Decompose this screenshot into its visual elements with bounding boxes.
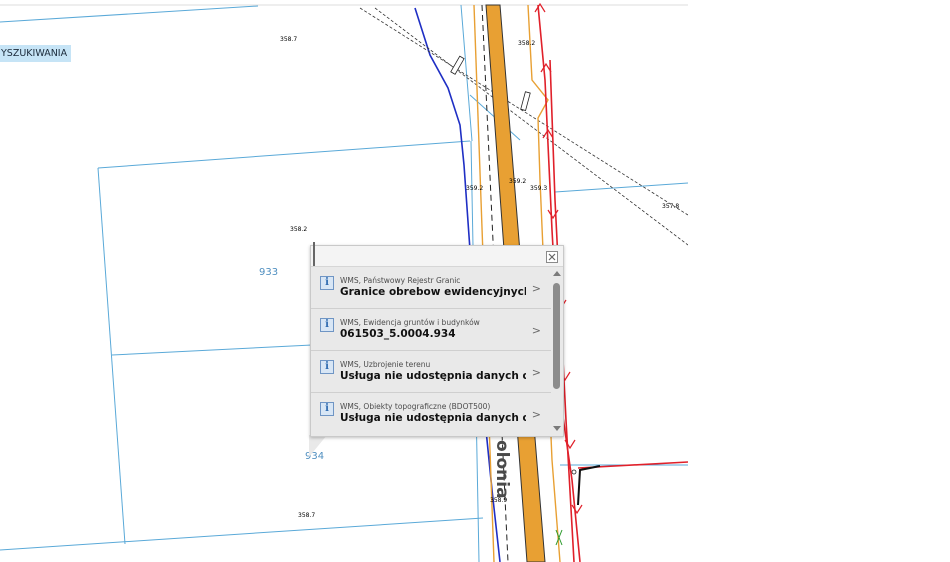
elevation-label: 359.3 xyxy=(530,185,548,192)
popup-scrollbar[interactable] xyxy=(553,271,561,431)
item-source-label: WMS, Uzbrojenie terenu xyxy=(340,360,431,369)
search-results-tab[interactable]: YSZUKIWANIA xyxy=(0,45,72,62)
chevron-right-icon: > xyxy=(531,408,541,421)
popup-item-egib[interactable]: i WMS, Ewidencja gruntów i budynków 0615… xyxy=(311,309,551,351)
popup-item-utilities[interactable]: i WMS, Uzbrojenie terenu Usługa nie udos… xyxy=(311,351,551,393)
item-source-label: WMS, Obiekty topograficzne (BDOT500) xyxy=(340,402,491,411)
street-name-label: olonia xyxy=(492,440,512,499)
elevation-label: 358.2 xyxy=(518,40,536,47)
scrollbar-thumb[interactable] xyxy=(553,283,560,389)
black-boundary xyxy=(577,465,601,506)
close-icon[interactable] xyxy=(546,251,558,263)
info-icon: i xyxy=(320,360,334,374)
parcel-number: 933 xyxy=(259,267,279,278)
item-value: Usługa nie udostępnia danych opi... xyxy=(340,412,526,424)
elevation-label: 359.2 xyxy=(509,178,527,185)
popup-pointer xyxy=(309,435,327,457)
elevation-label: 359.2 xyxy=(466,185,484,192)
feature-info-popup: i WMS, Państwowy Rejestr Granic Granice … xyxy=(310,242,564,437)
map-canvas[interactable]: 358.7 358.2 358.2 358.7 359.2 359.3 358.… xyxy=(0,0,688,562)
info-icon: i xyxy=(320,318,334,332)
scroll-up-icon[interactable] xyxy=(553,271,561,276)
chevron-right-icon: > xyxy=(531,366,541,379)
popup-resize-handle[interactable] xyxy=(313,242,315,266)
scroll-down-icon[interactable] xyxy=(553,426,561,431)
popup-header xyxy=(311,242,563,267)
elevation-label: 358.2 xyxy=(290,226,308,233)
elevation-label: 358.7 xyxy=(298,512,316,519)
popup-item-prg[interactable]: i WMS, Państwowy Rejestr Granic Granice … xyxy=(311,267,551,309)
elevation-label: 357.8 xyxy=(662,203,680,210)
elevation-label: 358.7 xyxy=(280,36,298,43)
item-value: 061503_5.0004.934 xyxy=(340,328,456,340)
item-source-label: WMS, Ewidencja gruntów i budynków xyxy=(340,318,480,327)
info-icon: i xyxy=(320,402,334,416)
chevron-right-icon: > xyxy=(531,282,541,295)
item-value: Granice obrebow ewidencyjnych xyxy=(340,286,526,298)
info-icon: i xyxy=(320,276,334,290)
item-source-label: WMS, Państwowy Rejestr Granic xyxy=(340,276,461,285)
chevron-right-icon: > xyxy=(531,324,541,337)
popup-item-list: i WMS, Państwowy Rejestr Granic Granice … xyxy=(311,267,551,435)
popup-item-bdot500[interactable]: i WMS, Obiekty topograficzne (BDOT500) U… xyxy=(311,393,551,434)
item-value: Usługa nie udostępnia danych opi... xyxy=(340,370,526,382)
